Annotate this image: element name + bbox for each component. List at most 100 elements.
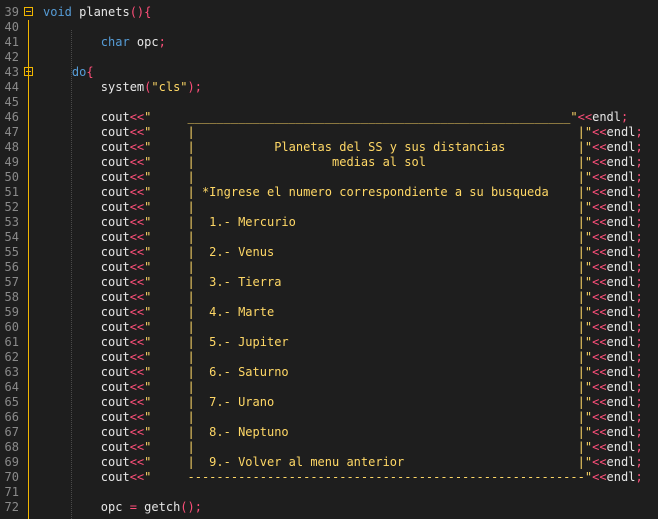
code-line[interactable]: 41 char opc; [0,35,658,50]
line-number: 63 [4,365,19,379]
code-token: system [100,80,145,94]
code-line[interactable]: 43 do{ [0,65,658,80]
code-token: endl [606,200,636,214]
line-number: 65 [4,395,19,409]
code-token: << [592,185,607,199]
code-token: opc [100,500,123,514]
code-token: cout [100,350,130,364]
code-line[interactable]: 66 cout<<" | |"<<endl; [0,410,658,425]
string-literal: " | |" [144,230,593,244]
code-token: endl [606,305,636,319]
code-token: << [129,425,145,439]
code-line[interactable]: 49 cout<<" | medias al sol |"<<endl; [0,155,658,170]
line-number: 71 [4,485,19,499]
code-line[interactable]: 54 cout<<" | |"<<endl; [0,230,658,245]
fold-toggle-icon[interactable] [24,67,33,76]
code-line[interactable]: 71 [0,485,658,500]
code-token: (){ [129,5,152,19]
code-token: endl [606,440,636,454]
code-token: cout [100,215,130,229]
line-code: cout<<" | 6.- Saturno |"<<endl; [43,365,643,380]
code-token: ; [635,440,643,454]
line-number: 68 [4,440,19,454]
code-line[interactable]: 68 cout<<" | |"<<endl; [0,440,658,455]
code-line[interactable]: 47 cout<<" | |"<<endl; [0,125,658,140]
line-code: cout<<" | Planetas del SS y sus distanci… [43,140,643,155]
code-token: ; [635,320,643,334]
code-line[interactable]: 65 cout<<" | 7.- Urano |"<<endl; [0,395,658,410]
code-token: cout [100,395,130,409]
string-literal: " | 7.- Urano |" [144,395,593,409]
code-line[interactable]: 52 cout<<" | |"<<endl; [0,200,658,215]
code-token: endl [606,290,636,304]
code-line[interactable]: 58 cout<<" | |"<<endl; [0,290,658,305]
code-token: cout [100,425,130,439]
line-code: void planets(){ [43,5,151,20]
code-line[interactable]: 57 cout<<" | 3.- Tierra |"<<endl; [0,275,658,290]
code-token: cout [100,470,130,484]
code-token: cout [100,335,130,349]
code-line[interactable]: 39 void planets(){ [0,5,658,20]
code-token: endl [606,380,636,394]
string-literal: " | 1.- Mercurio |" [144,215,593,229]
string-literal: " | 4.- Marte |" [144,305,593,319]
code-token: ; [635,215,643,229]
code-token: << [129,440,145,454]
fold-toggle-icon[interactable] [24,7,33,16]
code-token: cout [100,125,130,139]
code-token: (); [180,500,202,514]
line-number: 70 [4,470,19,484]
code-line[interactable]: 61 cout<<" | 5.- Jupiter |"<<endl; [0,335,658,350]
line-number: 49 [4,155,19,169]
line-code: cout<<" | 5.- Jupiter |"<<endl; [43,335,643,350]
code-line[interactable]: 56 cout<<" | |"<<endl; [0,260,658,275]
code-token: ; [635,230,643,244]
code-line[interactable]: 53 cout<<" | 1.- Mercurio |"<<endl; [0,215,658,230]
code-editor[interactable]: 39 void planets(){40 41 char opc; 42 43 do{4… [0,0,658,519]
code-token: cout [100,320,130,334]
code-line[interactable]: 44 system("cls"); [0,80,658,95]
code-line[interactable]: 40 [0,20,658,35]
code-token: << [592,140,607,154]
code-token: << [129,155,145,169]
line-number: 52 [4,200,19,214]
line-code: opc = getch(); [43,500,202,515]
line-number: 42 [4,50,19,64]
code-line[interactable]: 67 cout<<" | 8.- Neptuno |"<<endl; [0,425,658,440]
code-line[interactable]: 72 opc = getch(); [0,500,658,515]
code-line[interactable]: 45 [0,95,658,110]
code-token: endl [606,230,636,244]
code-line[interactable]: 63 cout<<" | 6.- Saturno |"<<endl; [0,365,658,380]
code-token: << [592,470,607,484]
line-code: cout<<" | 9.- Volver al menu anterior |"… [43,455,643,470]
code-token: << [592,155,607,169]
code-line[interactable]: 55 cout<<" | 2.- Venus |"<<endl; [0,245,658,260]
string-literal: " | |" [144,410,593,424]
code-token: cout [100,200,130,214]
code-line[interactable]: 59 cout<<" | 4.- Marte |"<<endl; [0,305,658,320]
code-line[interactable]: 64 cout<<" | |"<<endl; [0,380,658,395]
code-token: endl [606,215,636,229]
code-line[interactable]: 50 cout<<" | |"<<endl; [0,170,658,185]
string-literal: " | 5.- Jupiter |" [144,335,593,349]
code-line[interactable]: 46 cout<<" _____________________________… [0,110,658,125]
code-line[interactable]: 70 cout<<" -----------------------------… [0,470,658,485]
line-code: cout<<" | 1.- Mercurio |"<<endl; [43,215,643,230]
line-number: 72 [4,500,19,514]
code-line[interactable]: 48 cout<<" | Planetas del SS y sus dista… [0,140,658,155]
code-token: << [129,410,145,424]
code-line[interactable]: 60 cout<<" | |"<<endl; [0,320,658,335]
code-line[interactable]: 51 cout<<" | *Ingrese el numero correspo… [0,185,658,200]
code-line[interactable]: 42 [0,50,658,65]
code-token: << [129,380,145,394]
code-line[interactable]: 62 cout<<" | |"<<endl; [0,350,658,365]
code-token: cout [100,365,130,379]
code-line[interactable]: 69 cout<<" | 9.- Volver al menu anterior… [0,455,658,470]
